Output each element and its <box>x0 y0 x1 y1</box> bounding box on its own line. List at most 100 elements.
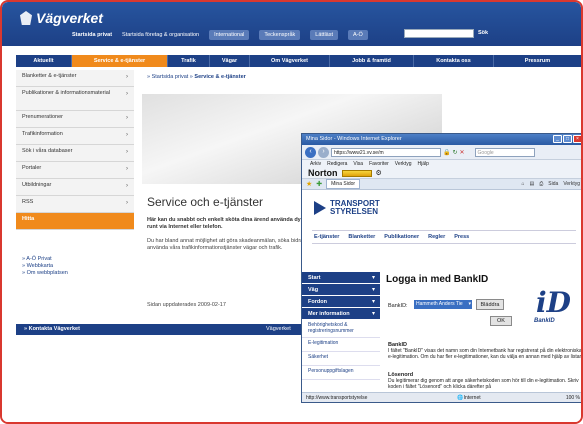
sidebar-item-utbildningar[interactable]: Utbildningar › <box>16 179 134 196</box>
menu-redigera[interactable]: Redigera <box>327 161 347 167</box>
sidebar-item-label: Hitta <box>22 216 35 222</box>
back-icon[interactable]: ‹ <box>305 146 316 158</box>
forward-icon[interactable]: › <box>318 146 329 158</box>
topnav-lattlast[interactable]: Lättläst <box>310 30 338 40</box>
bankid-logo: iD BankID <box>530 289 571 326</box>
topnav-privat[interactable]: Startsida privat <box>72 32 112 38</box>
search-input[interactable]: Google <box>474 147 535 157</box>
add-favorite-icon[interactable]: ✚ <box>316 180 322 188</box>
ie-window: Mina Sidor - Windows Internet Explorer _… <box>301 133 581 403</box>
sidebar-item-hitta[interactable]: Hitta <box>16 213 134 230</box>
breadcrumb-first[interactable]: Startsida privat <box>152 74 189 80</box>
norton-logo: Norton <box>308 168 338 178</box>
chevron-down-icon: ▾ <box>371 287 375 293</box>
sidebar-item-blanketter[interactable]: Blanketter & e-tjänster › <box>16 70 134 87</box>
ts-logo-icon <box>314 201 326 215</box>
intro-text: Här kan du snabbt och enkelt sköta dina … <box>147 217 313 230</box>
mainnav-jobb[interactable]: Jobb & framtid <box>330 55 414 67</box>
mainnav-kontakta[interactable]: Kontakta oss <box>414 55 494 67</box>
mainnav-pressrum[interactable]: Pressrum <box>494 55 581 67</box>
mainnav-trafik[interactable]: Trafik <box>168 55 210 67</box>
chevron-right-icon: › <box>126 115 128 121</box>
sidebar-item-publikationer[interactable]: Publikationer & informationsmaterial › <box>16 87 134 111</box>
menu-arkiv[interactable]: Arkiv <box>310 161 321 167</box>
home-icon[interactable]: ⌂ <box>522 181 525 187</box>
browse-button[interactable]: Bläddra <box>476 299 504 310</box>
ie-status-bar: http://www.transportstyrelse 🌐 Internet … <box>302 392 581 402</box>
mainnav-om[interactable]: Om Vägverket <box>250 55 330 67</box>
sidebar-item-label: RSS <box>22 199 34 205</box>
print-icon[interactable]: ⎙ <box>539 181 543 187</box>
maximize-icon[interactable]: □ <box>563 135 572 143</box>
sidebar-item-databaser[interactable]: Sök i våra databaser › <box>16 145 134 162</box>
ts-nav-blanketter[interactable]: Blanketter <box>348 234 375 240</box>
topnav-teckensprak[interactable]: Teckenspråk <box>259 30 301 40</box>
sidebar-item-rss[interactable]: RSS › <box>16 196 134 213</box>
mainnav-service[interactable]: Service & e-tjänster <box>72 55 168 67</box>
link-label: A-Ö Privat <box>26 256 52 262</box>
tab-mina-sidor[interactable]: Mina Sidor <box>326 179 361 189</box>
menu-favoriter[interactable]: Favoriter <box>369 161 389 167</box>
minimize-icon[interactable]: _ <box>553 135 562 143</box>
topnav-a-o[interactable]: A-Ö <box>348 30 368 40</box>
topnav-international[interactable]: International <box>209 30 250 40</box>
ts-side-mer-information[interactable]: Mer information ▾ <box>302 308 380 320</box>
link-webbkarta[interactable]: » Webbkarta <box>22 263 68 270</box>
ts-side-elegitimation[interactable]: E-legitimation <box>302 338 380 352</box>
page-menu[interactable]: Sida <box>548 181 558 187</box>
url-input[interactable]: https://www21.vv.se/m <box>331 147 441 157</box>
ok-button[interactable]: OK <box>490 316 512 326</box>
ts-nav-regler[interactable]: Regler <box>428 234 445 240</box>
favorites-star-icon[interactable]: ★ <box>306 180 312 188</box>
ts-side-sakerhet[interactable]: Säkerhet <box>302 352 380 366</box>
ts-logo[interactable]: TRANSPORT STYRELSEN <box>314 200 380 216</box>
zoom-level[interactable]: 100 % <box>566 395 580 401</box>
chevron-right-icon: › <box>126 91 128 97</box>
chevron-right-icon: › <box>126 74 128 80</box>
lock-icon: 🔒 <box>443 149 451 156</box>
ts-side-personuppgiftslagen[interactable]: Personuppgiftslagen <box>302 366 380 380</box>
close-icon[interactable]: × <box>573 135 581 143</box>
contact-link[interactable]: Kontakta Vägverket <box>29 326 80 332</box>
vv-sidebar: Blanketter & e-tjänster › Publikationer &… <box>16 70 134 230</box>
vv-logo[interactable]: Vägverket <box>20 10 103 26</box>
window-controls: _ □ × <box>553 135 581 143</box>
norton-status[interactable] <box>341 169 372 177</box>
sidebar-item-portaler[interactable]: Portaler › <box>16 162 134 179</box>
tools-menu[interactable]: Verktyg <box>563 181 580 187</box>
topnav-foretag[interactable]: Startsida företag & organisation <box>122 32 199 38</box>
bankid-logo-text: BankID <box>534 318 555 324</box>
vv-header: Vägverket Startsida privat Startsida för… <box>2 2 581 46</box>
mainnav-vagar[interactable]: Vägar <box>210 55 250 67</box>
ts-side-label: Mer information <box>308 311 350 317</box>
ts-side-fordon[interactable]: Fordon ▾ <box>302 296 380 308</box>
sidebar-item-prenumerationer[interactable]: Prenumerationer › <box>16 111 134 128</box>
ts-nav-publikationer[interactable]: Publikationer <box>384 234 419 240</box>
ts-side-start[interactable]: Start ▾ <box>302 272 380 284</box>
link-label: Webbkarta <box>26 263 54 269</box>
vv-search-input[interactable] <box>404 29 474 38</box>
vv-search-button[interactable]: Sök <box>478 30 488 36</box>
norton-toolbar: Norton ⚙ <box>302 168 581 179</box>
ts-nav-etjanster[interactable]: E-tjänster <box>314 234 339 240</box>
menu-verktyg[interactable]: Verktyg <box>395 161 412 167</box>
breadcrumb: » Startsida privat » Service & e-tjänste… <box>147 74 246 80</box>
mainnav-aktuellt[interactable]: Aktuellt <box>16 55 72 67</box>
chevron-right-icon: › <box>126 183 128 189</box>
bankid-select[interactable]: Hammeth Anders Tie ▾ <box>414 300 472 309</box>
refresh-icon[interactable]: ↻ <box>452 149 457 156</box>
ts-side-behorighetskod[interactable]: Behörighetskod & registreringsnummer <box>302 320 380 338</box>
ie-title-bar[interactable]: Mina Sidor - Windows Internet Explorer _… <box>302 134 581 145</box>
link-om-webbplatsen[interactable]: » Om webbplatsen <box>22 270 68 277</box>
chevron-down-icon: ▾ <box>371 275 375 281</box>
menu-visa[interactable]: Visa <box>353 161 363 167</box>
norton-options-icon[interactable]: ⚙ <box>376 169 382 177</box>
ts-nav-press[interactable]: Press <box>454 234 469 240</box>
ts-side-vag[interactable]: Väg ▾ <box>302 284 380 296</box>
sidebar-item-trafikinformation[interactable]: Trafikinformation › <box>16 128 134 145</box>
bankid-label: BankID: <box>388 303 408 309</box>
stop-icon[interactable]: ✕ <box>460 149 465 156</box>
feeds-icon[interactable]: ▤ <box>530 181 535 187</box>
link-a-o-privat[interactable]: » A-Ö Privat <box>22 256 68 263</box>
menu-hjalp[interactable]: Hjälp <box>417 161 428 167</box>
